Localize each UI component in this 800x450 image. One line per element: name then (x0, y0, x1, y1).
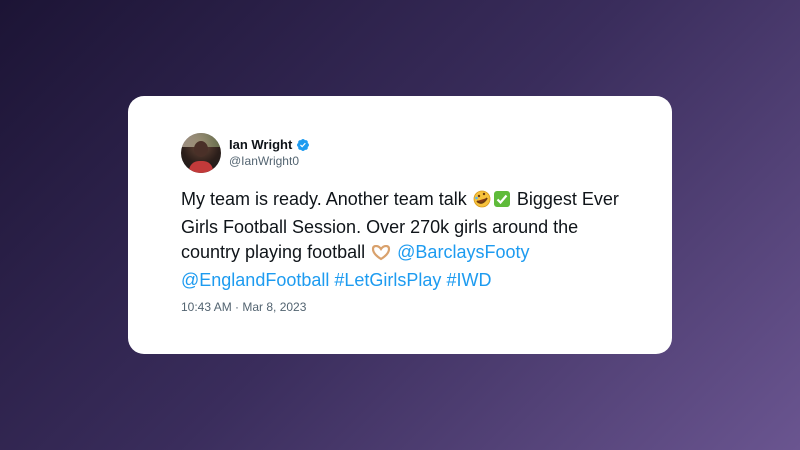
mention-barclaysfooty[interactable]: @BarclaysFooty (397, 242, 529, 262)
heart-hands-icon (371, 243, 391, 268)
hashtag-letgirlsplay[interactable]: #LetGirlsPlay (334, 270, 441, 290)
tweet-text-part1: My team is ready. Another team talk (181, 189, 467, 209)
avatar[interactable] (181, 133, 221, 173)
mention-englandfootball[interactable]: @EnglandFootball (181, 270, 329, 290)
check-mark-button-icon (493, 190, 511, 215)
author-name[interactable]: Ian Wright (229, 136, 292, 153)
rolling-on-floor-laughing-emoji-icon (473, 190, 491, 215)
author-handle[interactable]: @IanWright0 (229, 153, 310, 170)
tweet-card: Ian Wright @IanWright0 My team is ready.… (128, 96, 672, 354)
verified-badge-icon (297, 138, 310, 151)
tweet-timestamp[interactable]: 10:43 AM · Mar 8, 2023 (181, 300, 306, 314)
author-info: Ian Wright @IanWright0 (229, 136, 310, 170)
tweet-text: My team is ready. Another team talk Bigg… (181, 187, 641, 293)
tweet-header: Ian Wright @IanWright0 (181, 133, 310, 173)
hashtag-iwd[interactable]: #IWD (446, 270, 491, 290)
